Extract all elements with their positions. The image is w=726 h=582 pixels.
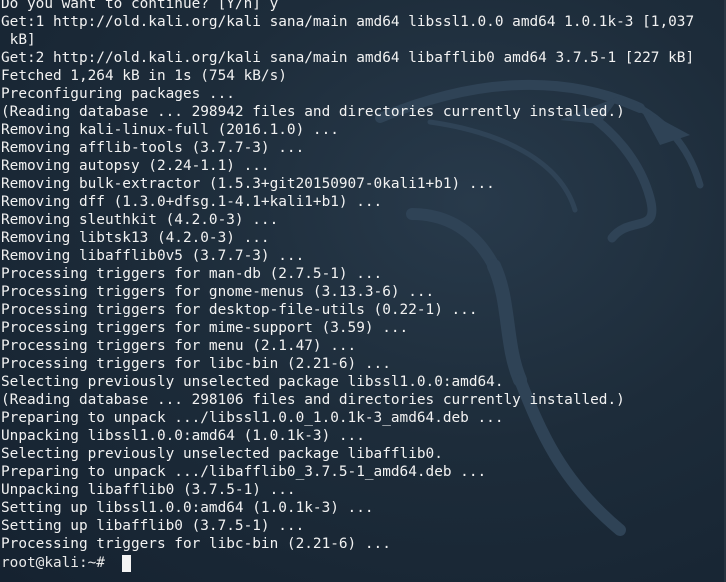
terminal-line: Do you want to continue? [Y/n] y <box>1 0 279 12</box>
terminal-line: Removing dff (1.3.0+dfsg.1-4.1+kali1+b1)… <box>1 194 383 210</box>
terminal-line: Fetched 1,264 kB in 1s (754 kB/s) <box>1 68 287 84</box>
terminal-line: Setting up libafflib0 (3.7.5-1) ... <box>1 518 305 534</box>
terminal-line: Processing triggers for menu (2.1.47) ..… <box>1 338 357 354</box>
terminal-line: (Reading database ... 298106 files and d… <box>1 392 625 408</box>
terminal-line: Removing autopsy (2.24-1.1) ... <box>1 158 270 174</box>
terminal-line: (Reading database ... 298942 files and d… <box>1 104 625 120</box>
shell-prompt[interactable]: root@kali:~# <box>1 553 725 573</box>
terminal-line: Unpacking libssl1.0.0:amd64 (1.0.1k-3) .… <box>1 428 365 444</box>
terminal-line: Processing triggers for man-db (2.7.5-1)… <box>1 266 383 282</box>
terminal-line: Selecting previously unselected package … <box>1 374 504 390</box>
terminal-line: Removing libafflib0v5 (3.7.7-3) ... <box>1 248 305 264</box>
terminal-line: Processing triggers for mime-support (3.… <box>1 320 409 336</box>
terminal-line: Preparing to unpack .../libafflib0_3.7.5… <box>1 464 487 480</box>
terminal-line: Selecting previously unselected package … <box>1 446 443 462</box>
terminal-window: { "terminal": { "lines": [ "Do you want … <box>0 0 726 582</box>
terminal-line: Setting up libssl1.0.0:amd64 (1.0.1k-3) … <box>1 500 374 516</box>
terminal-line: Removing libtsk13 (4.2.0-3) ... <box>1 230 270 246</box>
terminal-line: Preconfiguring packages ... <box>1 86 235 102</box>
terminal-line: Removing sleuthkit (4.2.0-3) ... <box>1 212 279 228</box>
terminal-output[interactable]: Do you want to continue? [Y/n] y Get:1 ht… <box>1 0 725 573</box>
terminal-line: Processing triggers for libc-bin (2.21-6… <box>1 536 391 552</box>
terminal-line: Get:2 http://old.kali.org/kali sana/main… <box>1 50 695 66</box>
terminal-line: Removing afflib-tools (3.7.7-3) ... <box>1 140 305 156</box>
prompt-text: root@kali:~# <box>1 555 114 571</box>
terminal-line: Processing triggers for libc-bin (2.21-6… <box>1 356 391 372</box>
terminal-line: Removing bulk-extractor (1.5.3+git201509… <box>1 176 495 192</box>
terminal-line: kB] <box>1 32 36 48</box>
terminal-line: Unpacking libafflib0 (3.7.5-1) ... <box>1 482 296 498</box>
terminal-line: Processing triggers for gnome-menus (3.1… <box>1 284 435 300</box>
text-cursor <box>121 554 131 572</box>
terminal-line: Processing triggers for desktop-file-uti… <box>1 302 478 318</box>
terminal-line: Preparing to unpack .../libssl1.0.0_1.0.… <box>1 410 504 426</box>
terminal-line: Removing kali-linux-full (2016.1.0) ... <box>1 122 339 138</box>
terminal-line: Get:1 http://old.kali.org/kali sana/main… <box>1 14 695 30</box>
